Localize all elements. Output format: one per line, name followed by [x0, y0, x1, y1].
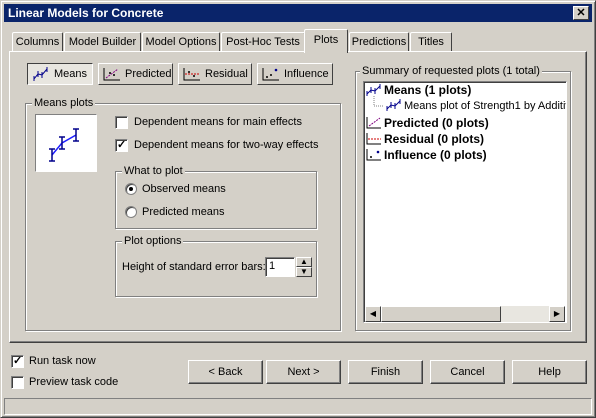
means-plot-preview-icon	[49, 128, 79, 162]
tab-post-hoc-tests[interactable]: Post-Hoc Tests	[221, 32, 305, 52]
tab-model-builder[interactable]: Model Builder	[64, 32, 141, 52]
predicted-plot-button[interactable]: Predicted	[98, 63, 173, 85]
what-to-plot-group: What to plot	[115, 165, 317, 229]
observed-means-label: Observed means	[142, 183, 226, 195]
preview-code-checkbox[interactable]	[11, 376, 24, 389]
influence-tree-icon	[366, 149, 381, 161]
scroll-right-icon: ▶	[553, 309, 561, 318]
tree-item-influence[interactable]: Influence (0 plots)	[384, 148, 487, 162]
influence-plot-button[interactable]: Influence	[257, 63, 333, 85]
tree-item-means-plot[interactable]: Means plot of Strength1 by Additive	[404, 100, 566, 112]
tab-plots[interactable]: Plots	[304, 29, 348, 53]
residual-plot-button[interactable]: Residual	[178, 63, 252, 85]
status-bar	[4, 398, 592, 415]
main-effects-label: Dependent means for main effects	[134, 116, 302, 128]
predicted-means-label: Predicted means	[142, 206, 225, 218]
error-bar-height-label: Height of standard error bars:	[122, 261, 266, 273]
means-plot-child-icon	[386, 99, 401, 111]
summary-tree[interactable]: Means (1 plots) Means plot of Strength1 …	[363, 81, 567, 323]
error-bar-height-input[interactable]: 1	[265, 257, 295, 277]
close-icon: ✕	[576, 7, 586, 19]
tab-model-options[interactable]: Model Options	[142, 32, 220, 52]
means-plot-label: Means	[54, 68, 88, 80]
two-way-effects-checkbox[interactable]: ✓	[115, 139, 128, 152]
influence-plot-icon	[262, 68, 279, 81]
tree-connector-icon	[373, 96, 384, 107]
what-to-plot-label: What to plot	[122, 165, 185, 177]
summary-group-label: Summary of requested plots (1 total)	[360, 65, 542, 77]
tab-titles[interactable]: Titles	[410, 32, 452, 52]
error-bar-height-value: 1	[269, 260, 276, 272]
plot-options-label: Plot options	[122, 235, 184, 247]
means-plot-icon	[33, 67, 48, 81]
title-bar: Linear Models for Concrete ✕	[4, 4, 592, 22]
observed-means-radio[interactable]	[125, 183, 137, 195]
spin-down-icon: ▼	[300, 267, 308, 276]
main-effects-checkbox[interactable]	[115, 116, 128, 129]
predicted-plot-label: Predicted	[125, 68, 172, 80]
tab-predictions[interactable]: Predictions	[349, 32, 409, 52]
tree-item-predicted[interactable]: Predicted (0 plots)	[384, 116, 489, 130]
window-title: Linear Models for Concrete	[8, 6, 164, 20]
predicted-plot-icon	[103, 68, 120, 81]
scroll-thumb[interactable]	[381, 306, 501, 322]
finish-button[interactable]: Finish	[348, 360, 423, 384]
predicted-tree-icon	[366, 117, 381, 129]
tab-columns[interactable]: Columns	[12, 32, 63, 52]
two-way-effects-label: Dependent means for two-way effects	[134, 139, 319, 151]
help-button[interactable]: Help	[512, 360, 587, 384]
residual-plot-label: Residual	[205, 68, 248, 80]
checkmark-icon: ✓	[13, 355, 23, 367]
influence-plot-label: Influence	[284, 68, 329, 80]
residual-plot-icon	[183, 68, 200, 81]
checkmark-icon: ✓	[117, 139, 127, 151]
preview-code-label: Preview task code	[29, 376, 119, 388]
back-button[interactable]: < Back	[188, 360, 263, 384]
next-button[interactable]: Next >	[266, 360, 341, 384]
scroll-left-button[interactable]: ◀	[365, 306, 381, 322]
means-plot-button[interactable]: Means	[27, 63, 93, 85]
scroll-left-icon: ◀	[369, 309, 377, 318]
means-plots-group-label: Means plots	[32, 97, 96, 109]
tree-item-residual[interactable]: Residual (0 plots)	[384, 132, 484, 146]
dialog-window: Linear Models for Concrete ✕ Columns Mod…	[0, 0, 596, 418]
residual-tree-icon	[366, 133, 381, 145]
spin-up-icon: ▲	[300, 257, 308, 266]
run-task-label: Run task now	[29, 355, 96, 367]
spin-up-button[interactable]: ▲	[296, 257, 312, 267]
summary-horizontal-scrollbar[interactable]: ◀ ▶	[365, 306, 565, 322]
cancel-button[interactable]: Cancel	[430, 360, 505, 384]
scroll-right-button[interactable]: ▶	[549, 306, 565, 322]
run-task-checkbox[interactable]: ✓	[11, 355, 24, 368]
close-button[interactable]: ✕	[573, 6, 589, 20]
means-plot-preview	[35, 114, 97, 172]
predicted-means-radio[interactable]	[125, 206, 137, 218]
means-tree-icon	[366, 84, 381, 96]
tree-item-means[interactable]: Means (1 plots)	[384, 83, 471, 97]
spin-down-button[interactable]: ▼	[296, 267, 312, 277]
